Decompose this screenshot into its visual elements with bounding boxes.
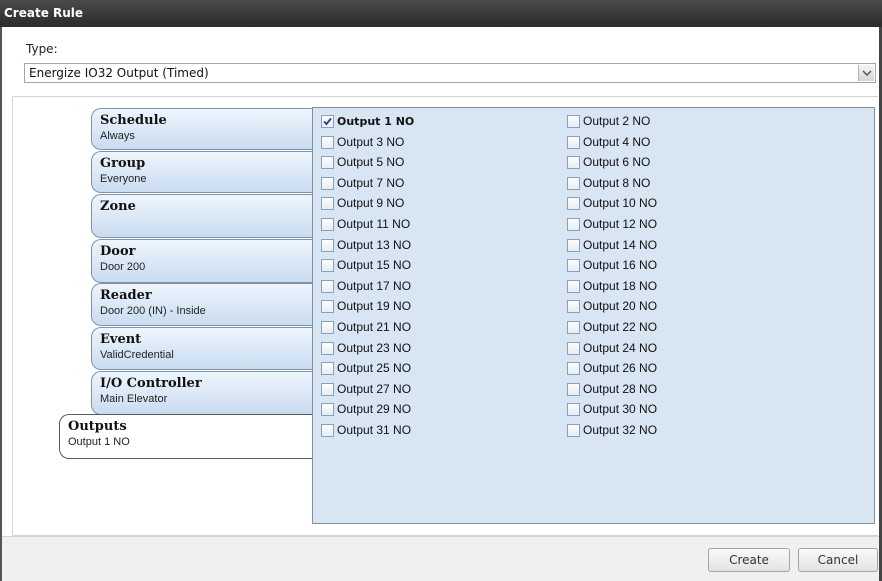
checkbox[interactable] xyxy=(321,403,334,417)
output-label: Output 6 NO xyxy=(583,155,651,170)
checkbox[interactable] xyxy=(321,197,334,211)
tab-title: Group xyxy=(100,156,146,171)
type-select-value: Energize IO32 Output (Timed) xyxy=(29,66,209,80)
tab-event[interactable]: Event ValidCredential xyxy=(91,327,313,370)
output-label: Output 11 NO xyxy=(337,217,411,231)
output-label: Output 24 NO xyxy=(583,340,658,355)
tab-subtitle: Main Elevator xyxy=(100,393,168,405)
output-label: Output 16 NO xyxy=(583,258,658,273)
window-title: Create Rule xyxy=(4,6,84,20)
checkbox[interactable] xyxy=(567,321,580,334)
type-select[interactable]: Energize IO32 Output (Timed) xyxy=(24,63,876,83)
checkbox[interactable] xyxy=(567,362,580,376)
checkbox[interactable] xyxy=(567,135,580,149)
output-label: Output 20 NO xyxy=(583,299,658,314)
tab-title: Event xyxy=(100,332,142,347)
checkbox[interactable] xyxy=(321,321,334,334)
checkbox[interactable] xyxy=(567,176,580,190)
output-label: Output 4 NO xyxy=(583,134,651,149)
checkbox[interactable] xyxy=(321,238,334,252)
create-button[interactable]: Create xyxy=(708,548,790,572)
output-label: Output 22 NO xyxy=(583,320,658,334)
checkbox[interactable] xyxy=(567,259,580,273)
tab-i-o-controller[interactable]: I/O Controller Main Elevator xyxy=(91,371,313,415)
tab-outputs[interactable]: Outputs Output 1 NO xyxy=(59,414,313,459)
tab-subtitle: Everyone xyxy=(100,173,147,185)
tab-schedule[interactable]: Schedule Always xyxy=(91,108,313,150)
tab-title: Zone xyxy=(100,199,136,214)
output-label: Output 1 NO xyxy=(337,115,415,128)
output-label: Output 5 NO xyxy=(337,155,405,170)
output-label: Output 21 NO xyxy=(337,320,412,334)
tab-subtitle: Output 1 NO xyxy=(68,436,130,448)
checkbox[interactable] xyxy=(567,156,580,170)
checkbox[interactable] xyxy=(567,115,580,128)
checkbox[interactable] xyxy=(321,218,334,231)
checkbox[interactable] xyxy=(321,259,334,273)
tab-title: Reader xyxy=(100,288,152,303)
tab-subtitle: Door 200 (IN) - Inside xyxy=(100,305,206,317)
checkbox[interactable] xyxy=(321,156,334,170)
output-label: Output 31 NO xyxy=(337,423,412,437)
output-label: Output 14 NO xyxy=(583,237,658,252)
checkbox[interactable] xyxy=(321,176,334,190)
output-label: Output 9 NO xyxy=(337,196,405,211)
output-label: Output 10 NO xyxy=(583,196,658,211)
window-border-left xyxy=(0,27,2,581)
tab-title: Schedule xyxy=(100,113,167,128)
title-bar: Create Rule xyxy=(0,0,882,27)
tab-title: Outputs xyxy=(68,419,127,434)
checkbox[interactable] xyxy=(321,362,334,376)
checkbox[interactable] xyxy=(321,279,334,293)
output-label: Output 25 NO xyxy=(337,361,412,376)
output-label: Output 2 NO xyxy=(583,114,651,128)
output-label: Output 28 NO xyxy=(583,381,658,396)
checkbox[interactable] xyxy=(321,300,334,314)
checkbox[interactable] xyxy=(567,341,580,355)
checkbox[interactable] xyxy=(567,300,580,314)
output-label: Output 13 NO xyxy=(337,237,412,252)
tab-subtitle: ValidCredential xyxy=(100,349,174,361)
checkbox[interactable] xyxy=(567,218,580,231)
output-label: Output 19 NO xyxy=(337,299,412,314)
output-label: Output 8 NO xyxy=(583,175,651,190)
tab-door[interactable]: Door Door 200 xyxy=(91,239,313,283)
tab-group[interactable]: Group Everyone xyxy=(91,151,313,193)
output-label: Output 30 NO xyxy=(583,402,658,417)
tab-zone[interactable]: Zone xyxy=(91,194,313,238)
output-label: Output 32 NO xyxy=(583,423,658,437)
type-label: Type: xyxy=(26,42,58,56)
output-label: Output 18 NO xyxy=(583,278,658,293)
tab-reader[interactable]: Reader Door 200 (IN) - Inside xyxy=(91,283,313,326)
tab-title: Door xyxy=(100,244,136,259)
tab-subtitle: Always xyxy=(100,130,135,142)
chevron-down-icon[interactable] xyxy=(858,65,874,81)
tab-title: I/O Controller xyxy=(100,376,202,391)
checkbox[interactable] xyxy=(567,382,580,396)
checkbox[interactable] xyxy=(321,424,334,437)
output-label: Output 27 NO xyxy=(337,381,412,396)
checkbox[interactable] xyxy=(321,341,334,355)
checkbox[interactable] xyxy=(567,403,580,417)
output-label: Output 17 NO xyxy=(337,278,412,293)
checkbox[interactable] xyxy=(567,424,580,437)
output-label: Output 23 NO xyxy=(337,340,412,355)
checkmark-icon xyxy=(323,117,332,126)
checkbox[interactable] xyxy=(567,279,580,293)
cancel-button[interactable]: Cancel xyxy=(798,548,878,572)
output-label: Output 15 NO xyxy=(337,258,412,273)
output-label: Output 3 NO xyxy=(337,134,405,149)
checkbox[interactable] xyxy=(567,197,580,211)
checkbox[interactable] xyxy=(321,382,334,396)
checkbox[interactable] xyxy=(321,115,334,128)
output-label: Output 12 NO xyxy=(583,217,658,231)
checkbox[interactable] xyxy=(321,135,334,149)
tab-subtitle: Door 200 xyxy=(100,261,146,273)
output-label: Output 29 NO xyxy=(337,402,412,417)
output-label: Output 26 NO xyxy=(583,361,658,376)
checkbox[interactable] xyxy=(567,238,580,252)
output-label: Output 7 NO xyxy=(337,175,405,190)
